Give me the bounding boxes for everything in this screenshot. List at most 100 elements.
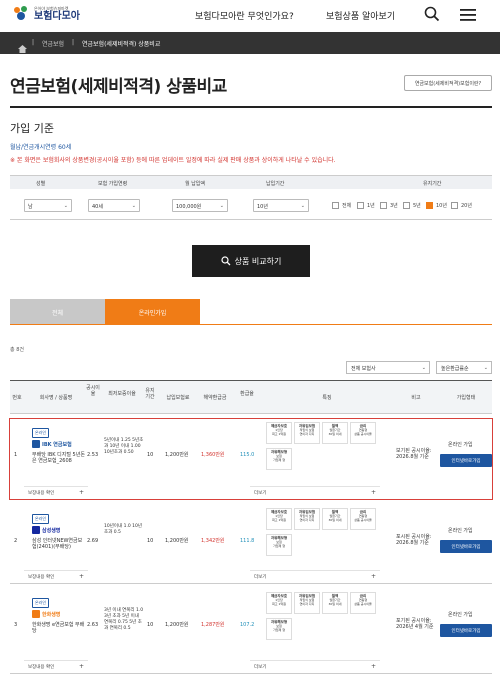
keep-period: 10: [147, 538, 154, 544]
premium-select[interactable]: 100,000원 ⌄: [172, 199, 228, 212]
nav-about[interactable]: 보험다모아란 무엇인가요?: [195, 9, 294, 22]
feature-card: 금리 연동형 상품 공시이율: [350, 592, 376, 614]
keep-all-checkbox[interactable]: [332, 202, 339, 209]
keep-1y-label: 1년: [367, 203, 375, 209]
sort-value: 높은환급률순: [441, 366, 469, 372]
feature-detail: 최고 1억원: [272, 518, 286, 522]
coverage-check-toggle[interactable]: 보장내용 확인 +: [24, 660, 88, 671]
col-refund: 해약환급금: [203, 395, 227, 401]
keep-10y-checkbox[interactable]: [426, 202, 433, 209]
period-select[interactable]: 10년 ⌄: [253, 199, 309, 212]
keep-10y-label: 10년: [436, 203, 447, 209]
col-min-rate: 최저보증이율: [108, 391, 136, 397]
breadcrumb-item[interactable]: 연금보험: [42, 39, 64, 48]
plus-icon: +: [78, 573, 84, 580]
product-name[interactable]: 한화생명 e연금보험 무배당: [32, 622, 86, 634]
chevron-down-icon: ⌄: [63, 203, 68, 209]
online-badge: 온라인: [32, 598, 50, 608]
online-badge: 온라인: [32, 428, 50, 438]
breadcrumb: | 연금보험 | 연금보험(세제비적격) 상품비교: [0, 32, 500, 54]
sort-select[interactable]: 높은환급률순 ⌄: [436, 361, 492, 374]
gender-select[interactable]: 남 ⌄: [24, 199, 72, 212]
premium-value: 100,000원: [176, 204, 202, 210]
coverage-check-toggle[interactable]: 보장내용 확인 +: [24, 570, 88, 581]
tab-all[interactable]: 전체: [10, 299, 105, 325]
feature-detail: 연이자 다지: [299, 518, 315, 522]
more-toggle[interactable]: 더보기 +: [250, 660, 380, 671]
keep-3y-checkbox[interactable]: [380, 202, 387, 209]
feature-card: 월액 월환기간 30일 이내: [322, 508, 348, 530]
company-logo: 한화생명: [32, 610, 60, 618]
age-select[interactable]: 40세 ⌄: [88, 199, 140, 212]
premium-total: 1,200만원: [165, 622, 189, 628]
company-name: 한화생명: [42, 611, 61, 618]
company-logo: 삼성생명: [32, 526, 60, 534]
notice-text: ※ 본 화면은 보험회사의 상품변경(공시이율 포함) 등에 따른 업데이트 일…: [10, 157, 336, 164]
keep-20y-checkbox[interactable]: [451, 202, 458, 209]
breadcrumb-sep: |: [72, 39, 75, 46]
feature-card: 금리 연동형 상품 공시이율: [350, 508, 376, 530]
join-type: 온라인 가입: [448, 528, 473, 534]
section-title: 가입 기준: [10, 122, 54, 135]
col-premium: 납입보험료: [166, 395, 190, 401]
feature-card: 금리 연동형 상품 공시이율: [350, 422, 376, 444]
plus-icon: +: [370, 489, 376, 496]
compare-button-label: 상품 비교하기: [234, 256, 282, 266]
refund-amount: 1,360만원: [201, 452, 225, 458]
internet-join-button[interactable]: 인터넷바로가입: [440, 454, 492, 467]
company-filter-select[interactable]: 전체 보험사 ⌄: [346, 361, 430, 374]
col-note: 비고: [411, 395, 421, 401]
coverage-check-toggle[interactable]: 보장내용 확인 +: [24, 486, 88, 497]
feature-card: 예금자보호 1인당 최고 1억원: [266, 422, 292, 444]
what-is-button[interactable]: 연금보험(세제비적격)보험이란?: [404, 75, 492, 91]
company-logo-icon: [32, 440, 40, 448]
feature-card: 자유해보형 보험 가입제 형: [266, 618, 292, 640]
feature-card: 월액 월환기간 30일 이내: [322, 422, 348, 444]
criteria-text: 월납/연금개시연령 60세: [10, 144, 72, 151]
breadcrumb-current[interactable]: 연금보험(세제비적격) 상품비교: [82, 39, 160, 48]
plus-icon: +: [78, 489, 84, 496]
product-name[interactable]: 삼성 인터넷NEW연금보험(2401)(무배당): [32, 538, 86, 550]
disclosed-rate: 2.69: [87, 538, 99, 544]
nav-products[interactable]: 보험상품 알아보기: [326, 9, 395, 22]
more-label: 더보기: [254, 665, 267, 670]
feature-detail: 가입제 형: [273, 458, 285, 462]
tab-online[interactable]: 온라인가입: [105, 299, 200, 325]
refund-ratio: 115.0: [240, 452, 255, 458]
col-company: 회사명 / 상품명: [39, 395, 73, 401]
search-icon[interactable]: [424, 6, 440, 26]
site-logo[interactable]: 은어야 보험슈퍼마켓 보험다모아: [12, 5, 80, 23]
product-name[interactable]: 무배당 IBK 디지털 5년돈은 연금보험_2608: [32, 452, 86, 464]
refund-amount: 1,287만원: [201, 622, 225, 628]
more-toggle[interactable]: 더보기 +: [250, 486, 380, 497]
keep-period: 10: [147, 452, 154, 458]
internet-join-button[interactable]: 인터넷바로가입: [440, 624, 492, 637]
feature-detail: 30일 이내: [328, 432, 342, 436]
disclosed-rate: 2.63: [87, 622, 99, 628]
logo-name: 보험다모아: [34, 11, 80, 22]
keep-5y-checkbox[interactable]: [403, 202, 410, 209]
feature-detail: 최고 1억원: [272, 602, 286, 606]
home-icon[interactable]: [18, 38, 27, 57]
min-rate: 5년이내 1.25 5년초과 10년 이내 1.00 10년초과 0.50: [104, 438, 144, 455]
coverage-check-label: 보장내용 확인: [28, 491, 55, 496]
feature-card: 자유입보험 적립식 보험 연이자 다지: [294, 592, 320, 614]
internet-join-button[interactable]: 인터넷바로가입: [440, 540, 492, 553]
period-value: 10년: [257, 204, 268, 210]
feature-detail: 최고 1억원: [272, 432, 286, 436]
chevron-down-icon: ⌄: [483, 365, 488, 371]
menu-icon[interactable]: [460, 7, 476, 26]
compare-button[interactable]: 상품 비교하기: [192, 245, 310, 277]
title-divider: [10, 106, 492, 108]
keep-1y-checkbox[interactable]: [357, 202, 364, 209]
feature-detail: 연이자 다지: [299, 432, 315, 436]
premium-total: 1,200만원: [165, 538, 189, 544]
company-logo-icon: [32, 610, 40, 618]
row-number: 2: [14, 538, 18, 544]
min-rate: 10년이내 1.0 10년초과 0.5: [104, 524, 143, 535]
col-join: 가입형태: [456, 395, 476, 401]
filter-header-keep: 유지기간: [423, 181, 442, 187]
more-toggle[interactable]: 더보기 +: [250, 570, 380, 581]
company-name: IBK 연금보험: [42, 441, 72, 448]
join-type: 온라인 가입: [448, 612, 473, 618]
